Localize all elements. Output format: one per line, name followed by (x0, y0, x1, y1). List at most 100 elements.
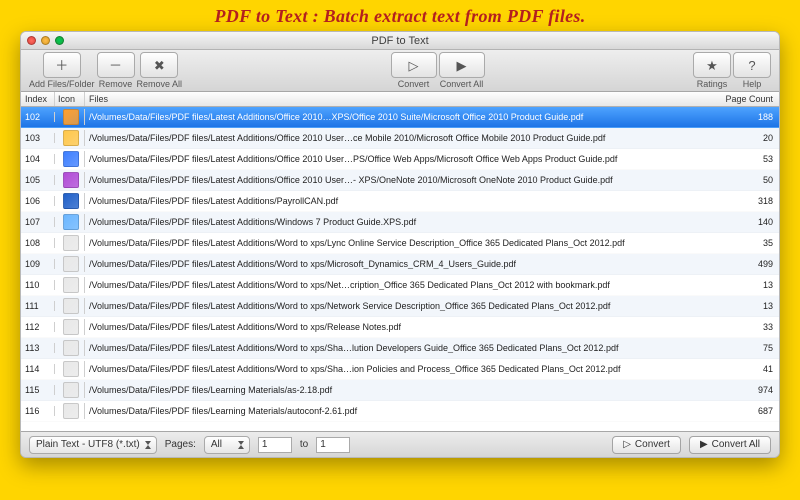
row-page-count: 318 (719, 196, 779, 206)
table-row[interactable]: 116/Volumes/Data/Files/PDF files/Learnin… (21, 401, 779, 422)
table-row[interactable]: 103/Volumes/Data/Files/PDF files/Latest … (21, 128, 779, 149)
pdf-file-icon (63, 172, 79, 188)
remove-label: Remove (99, 79, 133, 89)
footer-convert-label: Convert (635, 439, 670, 450)
footer-convert-all-label: Convert All (712, 439, 760, 450)
app-window: PDF to Text ＋ Add Files/Folder － Remove … (20, 31, 780, 458)
col-header-pages[interactable]: Page Count (719, 92, 779, 106)
row-page-count: 499 (719, 259, 779, 269)
col-header-files[interactable]: Files (85, 92, 719, 106)
row-icon-cell (55, 151, 85, 167)
ratings-button[interactable]: ★ (693, 52, 731, 78)
pages-mode-select[interactable]: All (204, 436, 250, 454)
row-index: 112 (21, 322, 55, 332)
col-header-index[interactable]: Index (21, 92, 55, 106)
pdf-file-icon (63, 340, 79, 356)
file-list[interactable]: 102/Volumes/Data/Files/PDF files/Latest … (21, 107, 779, 431)
column-headers: Index Icon Files Page Count (21, 92, 779, 107)
row-path: /Volumes/Data/Files/PDF files/Latest Add… (85, 280, 719, 290)
footer-bar: Plain Text - UTF8 (*.txt) Pages: All 1 t… (21, 431, 779, 457)
table-row[interactable]: 114/Volumes/Data/Files/PDF files/Latest … (21, 359, 779, 380)
page-to-input[interactable]: 1 (316, 437, 350, 453)
clear-icon: ✖ (154, 59, 165, 72)
table-row[interactable]: 104/Volumes/Data/Files/PDF files/Latest … (21, 149, 779, 170)
row-icon-cell (55, 277, 85, 293)
table-row[interactable]: 115/Volumes/Data/Files/PDF files/Learnin… (21, 380, 779, 401)
window-controls (27, 36, 64, 45)
remove-button[interactable]: － (97, 52, 135, 78)
table-row[interactable]: 109/Volumes/Data/Files/PDF files/Latest … (21, 254, 779, 275)
table-row[interactable]: 106/Volumes/Data/Files/PDF files/Latest … (21, 191, 779, 212)
row-index: 107 (21, 217, 55, 227)
row-path: /Volumes/Data/Files/PDF files/Learning M… (85, 406, 719, 416)
remove-all-button[interactable]: ✖ (140, 52, 178, 78)
convert-label: Convert (398, 79, 430, 89)
close-icon[interactable] (27, 36, 36, 45)
row-path: /Volumes/Data/Files/PDF files/Latest Add… (85, 259, 719, 269)
row-path: /Volumes/Data/Files/PDF files/Latest Add… (85, 364, 719, 374)
pdf-file-icon (63, 382, 79, 398)
pdf-file-icon (63, 214, 79, 230)
pdf-file-icon (63, 298, 79, 314)
footer-convert-all-button[interactable]: ▶ Convert All (689, 436, 771, 454)
page-from-input[interactable]: 1 (258, 437, 292, 453)
row-page-count: 13 (719, 280, 779, 290)
row-icon-cell (55, 130, 85, 146)
table-row[interactable]: 102/Volumes/Data/Files/PDF files/Latest … (21, 107, 779, 128)
help-button[interactable]: ? (733, 52, 771, 78)
row-index: 109 (21, 259, 55, 269)
pdf-file-icon (63, 277, 79, 293)
window-title: PDF to Text (21, 35, 779, 47)
row-index: 114 (21, 364, 55, 374)
footer-convert-button[interactable]: ▷ Convert (612, 436, 681, 454)
star-icon: ★ (706, 59, 718, 72)
row-icon-cell (55, 193, 85, 209)
row-page-count: 20 (719, 133, 779, 143)
row-page-count: 53 (719, 154, 779, 164)
pdf-file-icon (63, 361, 79, 377)
export-all-icon: ▶ (457, 59, 467, 72)
convert-button[interactable]: ▷ (391, 52, 437, 78)
row-path: /Volumes/Data/Files/PDF files/Latest Add… (85, 238, 719, 248)
row-icon-cell (55, 109, 85, 125)
table-row[interactable]: 105/Volumes/Data/Files/PDF files/Latest … (21, 170, 779, 191)
row-path: /Volumes/Data/Files/PDF files/Learning M… (85, 385, 719, 395)
table-row[interactable]: 108/Volumes/Data/Files/PDF files/Latest … (21, 233, 779, 254)
table-row[interactable]: 110/Volumes/Data/Files/PDF files/Latest … (21, 275, 779, 296)
add-files-button[interactable]: ＋ (43, 52, 81, 78)
plus-icon: ＋ (55, 59, 68, 72)
row-icon-cell (55, 172, 85, 188)
zoom-icon[interactable] (55, 36, 64, 45)
row-index: 102 (21, 112, 55, 122)
help-label: Help (743, 79, 762, 89)
table-row[interactable]: 107/Volumes/Data/Files/PDF files/Latest … (21, 212, 779, 233)
row-index: 108 (21, 238, 55, 248)
pdf-file-icon (63, 319, 79, 335)
ratings-label: Ratings (697, 79, 728, 89)
row-path: /Volumes/Data/Files/PDF files/Latest Add… (85, 133, 719, 143)
export-all-icon: ▶ (700, 439, 708, 450)
row-index: 103 (21, 133, 55, 143)
table-row[interactable]: 112/Volumes/Data/Files/PDF files/Latest … (21, 317, 779, 338)
convert-all-button[interactable]: ▶ (439, 52, 485, 78)
pdf-file-icon (63, 109, 79, 125)
row-page-count: 50 (719, 175, 779, 185)
table-row[interactable]: 113/Volumes/Data/Files/PDF files/Latest … (21, 338, 779, 359)
pdf-file-icon (63, 193, 79, 209)
row-path: /Volumes/Data/Files/PDF files/Latest Add… (85, 217, 719, 227)
row-page-count: 75 (719, 343, 779, 353)
titlebar: PDF to Text (21, 32, 779, 50)
table-row[interactable]: 111/Volumes/Data/Files/PDF files/Latest … (21, 296, 779, 317)
col-header-icon[interactable]: Icon (55, 92, 85, 106)
output-format-select[interactable]: Plain Text - UTF8 (*.txt) (29, 436, 157, 454)
minimize-icon[interactable] (41, 36, 50, 45)
row-path: /Volumes/Data/Files/PDF files/Latest Add… (85, 196, 719, 206)
row-page-count: 974 (719, 385, 779, 395)
row-icon-cell (55, 403, 85, 419)
row-index: 113 (21, 343, 55, 353)
row-index: 116 (21, 406, 55, 416)
pdf-file-icon (63, 235, 79, 251)
export-icon: ▷ (409, 59, 419, 72)
row-icon-cell (55, 214, 85, 230)
row-path: /Volumes/Data/Files/PDF files/Latest Add… (85, 154, 719, 164)
